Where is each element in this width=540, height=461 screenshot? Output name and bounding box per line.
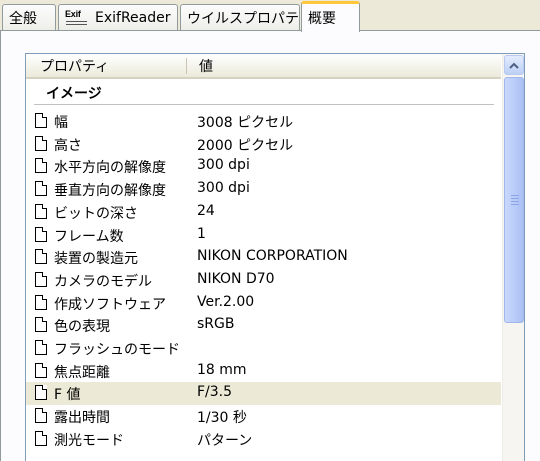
property-name: 高さ xyxy=(54,137,82,154)
list-item[interactable]: フレーム数 1 xyxy=(26,224,501,247)
document-icon xyxy=(35,249,47,265)
document-icon xyxy=(35,226,47,242)
list-item[interactable]: 幅 3008 ピクセル xyxy=(26,110,501,133)
list-item[interactable]: F 値 F/3.5 xyxy=(26,382,501,406)
property-value: 1/30 秒 xyxy=(197,410,247,427)
property-value: NIKON D70 xyxy=(197,270,275,287)
property-name: カメラのモデル xyxy=(54,273,152,290)
list-item[interactable]: ビットの深さ 24 xyxy=(26,201,501,224)
column-header-property[interactable]: プロパティ xyxy=(40,54,109,77)
property-name: 露出時間 xyxy=(54,410,110,427)
list-item[interactable]: 焦点距離 18 mm xyxy=(26,360,501,383)
property-value: 18 mm xyxy=(197,361,247,378)
property-name: 装置の製造元 xyxy=(54,251,138,268)
property-name: ビットの深さ xyxy=(54,205,138,222)
chevron-up-icon xyxy=(509,62,519,69)
property-value: 300 dpi xyxy=(197,157,250,174)
document-icon xyxy=(35,135,47,151)
scrollbar-thumb[interactable] xyxy=(504,77,524,323)
list-item[interactable]: 測光モード パターン xyxy=(26,428,501,451)
list-item[interactable]: 高さ 2000 ピクセル xyxy=(26,133,501,156)
property-list[interactable]: プロパティ 値 イメージ 幅 3008 ピクセル 高さ 2000 ピクセル 水平方向の解… xyxy=(25,53,525,461)
tab-strip: 全般 Exif ExifReader ウイルスプロパティ 概要 xyxy=(0,0,540,32)
property-name: F 値 xyxy=(54,387,81,404)
group-divider xyxy=(34,104,494,105)
property-name: 垂直方向の解像度 xyxy=(54,183,166,200)
column-header-value[interactable]: 値 xyxy=(199,54,213,77)
list-item[interactable]: フラッシュのモード xyxy=(26,337,501,360)
list-item[interactable]: 垂直方向の解像度 300 dpi xyxy=(26,178,501,201)
document-icon xyxy=(35,430,47,446)
tab-virus-properties[interactable]: ウイルスプロパティ xyxy=(180,4,300,30)
document-icon xyxy=(35,408,47,424)
list-item[interactable]: 露出時間 1/30 秒 xyxy=(26,405,501,428)
document-icon xyxy=(35,113,47,128)
document-icon xyxy=(35,340,47,355)
list-body: イメージ 幅 3008 ピクセル高さ 2000 ピクセル水平方向の解像度 300 dp… xyxy=(26,79,501,461)
list-item[interactable]: 装置の製造元 NIKON CORPORATION xyxy=(26,246,501,269)
list-item[interactable]: 水平方向の解像度 300 dpi xyxy=(26,155,501,178)
scroll-up-button[interactable] xyxy=(504,55,524,75)
property-value: sRGB xyxy=(197,316,235,333)
list-item[interactable]: 色の表現 sRGB xyxy=(26,314,501,337)
tab-label: ウイルスプロパティ xyxy=(187,10,300,27)
tab-exifreader[interactable]: Exif ExifReader xyxy=(58,4,178,30)
group-label: イメージ xyxy=(46,86,102,102)
property-value: F/3.5 xyxy=(197,384,233,401)
property-name: 焦点距離 xyxy=(54,364,110,381)
tab-general[interactable]: 全般 xyxy=(2,4,56,30)
vertical-scrollbar[interactable] xyxy=(502,54,524,461)
list-header: プロパティ 値 xyxy=(26,54,501,79)
document-icon xyxy=(35,271,47,287)
tab-page: プロパティ 値 イメージ 幅 3008 ピクセル 高さ 2000 ピクセル 水平方向の解… xyxy=(0,30,540,461)
property-name: 作成ソフトウェア xyxy=(54,296,166,313)
property-value: 300 dpi xyxy=(197,180,250,197)
property-name: 色の表現 xyxy=(54,319,110,336)
tab-label: ExifReader xyxy=(95,9,171,26)
document-icon xyxy=(35,181,47,197)
property-value: Ver.2.00 xyxy=(197,293,255,310)
property-value: 1 xyxy=(197,225,206,242)
tab-label: 全般 xyxy=(9,10,37,27)
exif-logo-icon: Exif xyxy=(65,8,89,25)
group-header: イメージ xyxy=(26,79,501,107)
property-value: 24 xyxy=(197,202,215,219)
document-icon xyxy=(35,158,47,174)
list-item[interactable]: カメラのモデル NIKON D70 xyxy=(26,269,501,292)
property-name: フラッシュのモード xyxy=(54,342,180,358)
document-icon xyxy=(35,294,47,310)
property-value: NIKON CORPORATION xyxy=(197,248,348,265)
property-name: 幅 xyxy=(54,115,68,131)
property-name: フレーム数 xyxy=(54,228,124,245)
document-icon xyxy=(35,362,47,378)
property-name: 測光モード xyxy=(54,432,124,449)
property-value: 2000 ピクセル xyxy=(197,137,294,154)
tab-label: 概要 xyxy=(308,11,336,27)
list-item[interactable]: 作成ソフトウェア Ver.2.00 xyxy=(26,292,501,315)
property-value: パターン xyxy=(197,432,253,449)
tab-summary[interactable]: 概要 xyxy=(301,1,360,32)
document-icon xyxy=(35,385,47,401)
document-icon xyxy=(35,317,47,333)
property-name: 水平方向の解像度 xyxy=(54,160,166,177)
document-icon xyxy=(35,203,47,219)
property-value: 3008 ピクセル xyxy=(197,115,294,131)
exif-logo-text: Exif xyxy=(65,8,81,19)
